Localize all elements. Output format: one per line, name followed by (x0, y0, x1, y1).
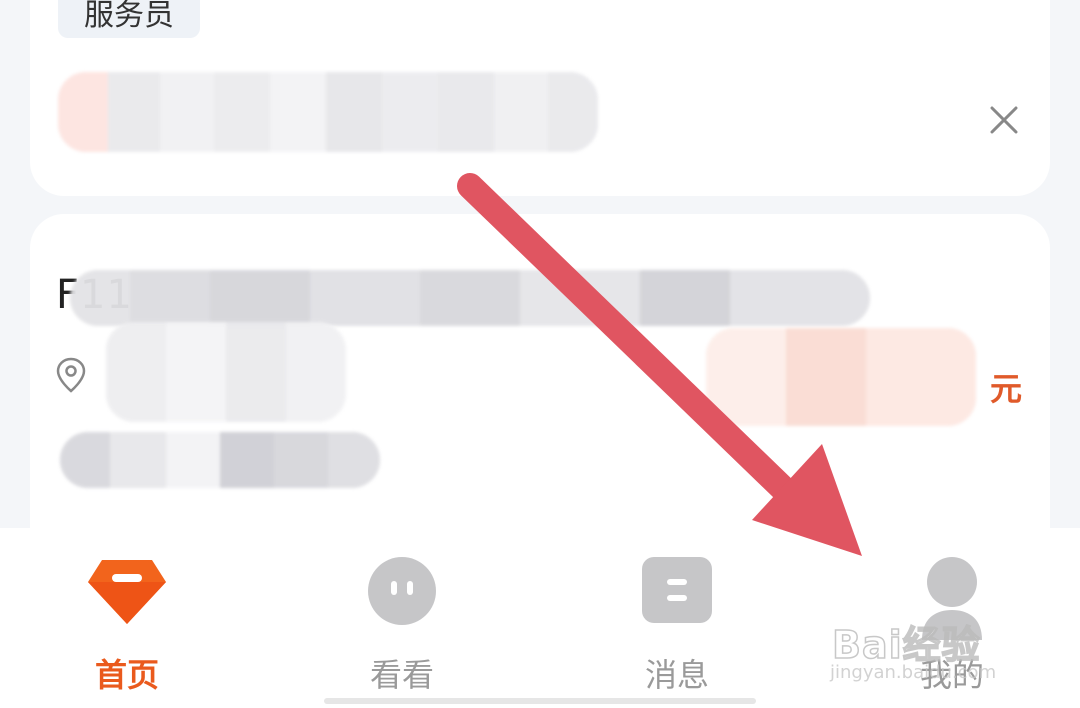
baidu-jingyan-watermark: Bai经验 jingyan.baidu.com (826, 612, 1036, 692)
redacted-price (706, 328, 976, 426)
price-unit: 元 (989, 370, 1022, 408)
tab-watch[interactable]: 看看 (317, 528, 487, 708)
close-icon[interactable] (984, 100, 1024, 140)
redacted-location (106, 322, 346, 422)
tab-home[interactable]: 首页 (42, 528, 212, 708)
tab-messages[interactable]: 消息 (592, 528, 762, 708)
redacted-title (70, 270, 870, 326)
tab-home-label: 首页 (94, 656, 159, 694)
tab-messages-label: 消息 (644, 656, 709, 694)
redacted-tags (60, 432, 380, 488)
watermark-url: jingyan.baidu.com (830, 662, 997, 683)
job-card[interactable]: F11 元 (30, 214, 1050, 574)
watermark-brand: Bai经验 (831, 622, 981, 668)
tab-watch-label: 看看 (369, 656, 434, 694)
home-indicator (324, 698, 756, 704)
redacted-text (58, 72, 598, 152)
message-icon (642, 557, 712, 623)
location-pin-icon (56, 357, 86, 393)
job-card-top[interactable]: 服务员 (30, 0, 1050, 196)
diamond-home-icon (88, 560, 166, 624)
face-icon (368, 557, 436, 625)
job-category-tag: 服务员 (58, 0, 200, 38)
